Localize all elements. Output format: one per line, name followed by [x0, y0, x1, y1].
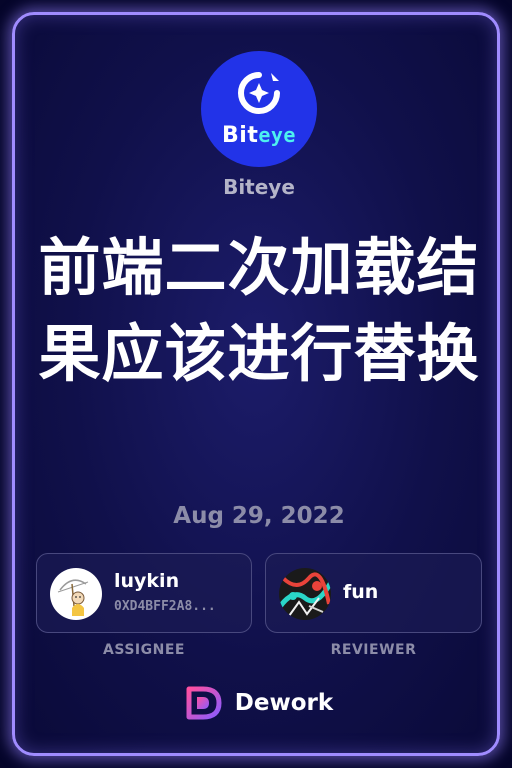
bounty-card: Biteye Biteye 前端二次加载结果应该进行替换 Aug 29, 202…	[12, 12, 500, 756]
dework-logo-icon	[186, 686, 222, 720]
reviewer-name: fun	[343, 581, 379, 603]
assignee-role-label: ASSIGNEE	[103, 642, 185, 658]
biteye-eye-icon	[238, 72, 280, 114]
brand-name: Biteye	[223, 175, 295, 199]
assignee-name: luykin	[114, 570, 180, 592]
biteye-logo-text: Biteye	[222, 123, 296, 148]
footer: Dework	[15, 683, 503, 723]
reviewer-role-label: REVIEWER	[330, 642, 417, 658]
biteye-logo: Biteye	[201, 51, 317, 167]
task-title: 前端二次加载结果应该进行替换	[38, 231, 480, 390]
dework-brand-text: Dework	[234, 690, 334, 716]
girl-with-umbrella-avatar-icon	[50, 568, 102, 620]
assignee-address: 0XD4BFF2A8...	[114, 599, 216, 614]
abstract-art-avatar-icon	[279, 568, 331, 620]
task-date: Aug 29, 2022	[173, 503, 345, 529]
assignee-card[interactable]: luykin 0XD4BFF2A8...	[36, 553, 252, 633]
reviewer-card[interactable]: fun	[265, 553, 482, 633]
